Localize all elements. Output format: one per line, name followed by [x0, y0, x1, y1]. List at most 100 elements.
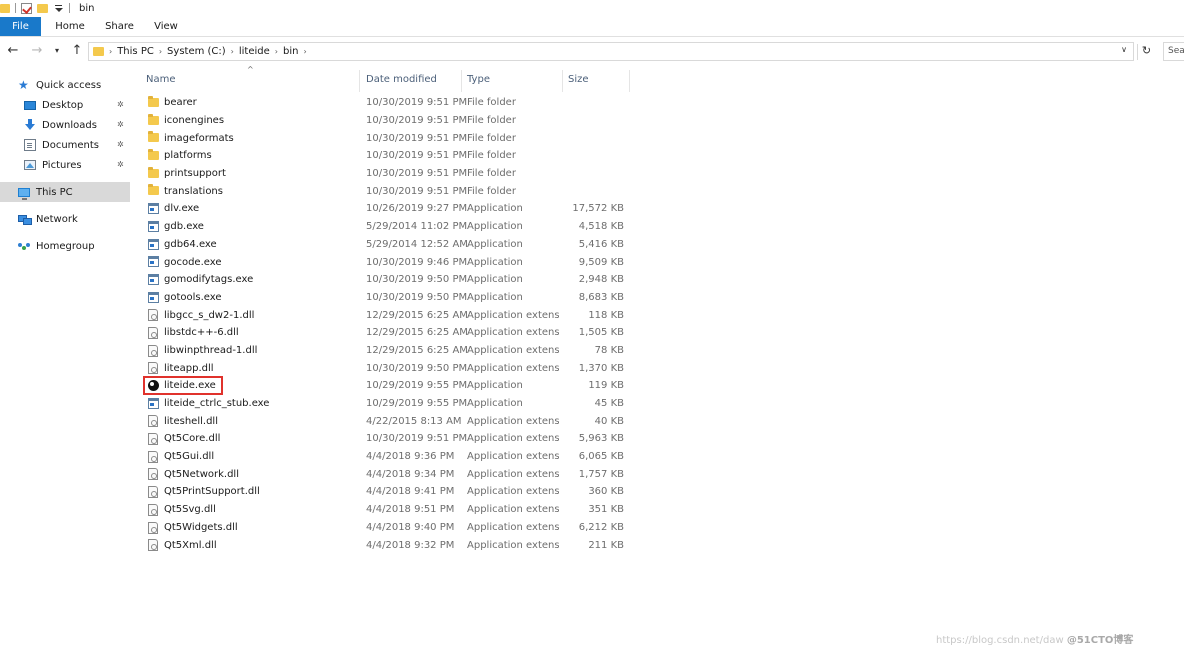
nav-item-label: This PC [36, 186, 73, 198]
breadcrumb-liteide[interactable]: liteide [239, 46, 270, 57]
chevron-down-icon[interactable]: ∨ [1121, 45, 1127, 54]
file-name: Qt5PrintSupport.dll [164, 486, 260, 498]
file-row[interactable]: Qt5Xml.dll 4/4/2018 9:32 PM Application ex… [142, 536, 642, 554]
file-row[interactable]: libstdc++-6.dll 12/29/2015 6:25 AM Applica… [142, 324, 642, 342]
watermark-brand: @51CTO博客 [1066, 635, 1134, 646]
file-row[interactable]: platforms 10/30/2019 9:51 PM File folder [142, 147, 642, 165]
file-row[interactable]: Qt5Core.dll 10/30/2019 9:51 PM Application… [142, 430, 642, 448]
nav-item-documents[interactable]: Documents [24, 135, 130, 155]
back-arrow-icon[interactable]: ← [6, 44, 20, 58]
file-row[interactable]: libgcc_s_dw2-1.dll 12/29/2015 6:25 AM Appl… [142, 306, 642, 324]
folder-icon [148, 96, 159, 107]
dll-file-icon [148, 433, 158, 446]
file-row[interactable]: translations 10/30/2019 9:51 PM File folde… [142, 182, 642, 200]
file-row[interactable]: printsupport 10/30/2019 9:51 PM File folde… [142, 165, 642, 183]
chevron-right-icon[interactable]: › [275, 47, 278, 56]
column-divider[interactable] [461, 70, 462, 92]
file-row[interactable]: Qt5Svg.dll 4/4/2018 9:51 PM Application ex… [142, 501, 642, 519]
file-row[interactable]: gocode.exe 10/30/2019 9:46 PM Application 9… [142, 253, 642, 271]
pin-icon[interactable]: ✲ [117, 100, 124, 109]
column-header-size[interactable]: Size [568, 70, 630, 88]
breadcrumb-system-c[interactable]: System (C:) [167, 46, 226, 57]
refresh-icon[interactable]: ↻ [1137, 44, 1155, 60]
pin-icon[interactable]: ✲ [117, 140, 124, 149]
up-arrow-icon[interactable]: ↑ [70, 44, 84, 58]
tab-share[interactable]: Share [99, 17, 140, 36]
file-type: File folder [467, 115, 516, 127]
file-row[interactable]: gdb64.exe 5/29/2014 12:52 AM Application 5,… [142, 236, 642, 254]
file-date-modified: 4/4/2018 9:51 PM [366, 504, 455, 516]
nav-item-network[interactable]: Network [18, 209, 130, 229]
file-row[interactable]: iconengines 10/30/2019 9:51 PM File folder [142, 112, 642, 130]
search-input[interactable]: Sea [1163, 42, 1184, 61]
file-row[interactable]: liteapp.dll 10/30/2019 9:50 PM Application… [142, 359, 642, 377]
file-date-modified: 10/30/2019 9:51 PM [366, 433, 468, 445]
file-row[interactable]: Qt5Network.dll 4/4/2018 9:34 PM Applicatio… [142, 465, 642, 483]
file-row[interactable]: dlv.exe 10/26/2019 9:27 PM Application 17,5… [142, 200, 642, 218]
tab-home[interactable]: Home [41, 17, 99, 36]
nav-item-label: Documents [42, 139, 100, 151]
file-type: File folder [467, 168, 516, 180]
customize-toolbar-icon[interactable] [54, 3, 64, 13]
nav-item-desktop[interactable]: Desktop [24, 95, 130, 115]
column-header-date[interactable]: Date modified [366, 70, 462, 88]
chevron-right-icon[interactable]: › [303, 47, 306, 56]
file-row[interactable]: imageformats 10/30/2019 9:51 PM File folde… [142, 129, 642, 147]
file-row[interactable]: liteide.exe 10/29/2019 9:55 PM Application… [142, 376, 642, 395]
file-row[interactable]: Qt5PrintSupport.dll 4/4/2018 9:41 PM Appli… [142, 483, 642, 501]
file-type: Application extens... [467, 415, 559, 427]
file-type: Application extens... [467, 521, 559, 533]
file-row[interactable]: gomodifytags.exe 10/30/2019 9:50 PM Applic… [142, 271, 642, 289]
column-divider[interactable] [359, 70, 360, 92]
column-divider[interactable] [562, 70, 563, 92]
nav-item-label: Desktop [42, 99, 84, 111]
file-row[interactable]: liteshell.dll 4/22/2015 8:13 AM Applicatio… [142, 412, 642, 430]
chevron-right-icon[interactable]: › [231, 47, 234, 56]
recent-locations-chevron-icon[interactable]: ▾ [50, 44, 64, 58]
navigation-bar: ← → ▾ ↑ › This PC › System (C:) › liteid… [0, 40, 1184, 64]
tab-view[interactable]: View [140, 17, 192, 36]
nav-item-pictures[interactable]: Pictures [24, 155, 130, 175]
computer-icon [18, 187, 30, 200]
column-divider[interactable] [629, 70, 630, 92]
file-size: 40 KB [594, 415, 624, 427]
nav-item-homegroup[interactable]: Homegroup [18, 236, 130, 256]
file-row[interactable]: gdb.exe 5/29/2014 11:02 PM Application 4,51… [142, 218, 642, 236]
file-name: dlv.exe [164, 203, 200, 215]
nav-item-this-pc[interactable]: This PC [0, 182, 130, 202]
file-date-modified: 5/29/2014 11:02 PM [366, 221, 468, 233]
new-folder-icon[interactable] [37, 3, 48, 13]
file-type: Application [467, 203, 523, 215]
file-row[interactable]: liteide_ctrlc_stub.exe 10/29/2019 9:55 PM… [142, 395, 642, 413]
column-header-name[interactable]: Name [146, 70, 359, 88]
column-header-type[interactable]: Type [467, 70, 563, 88]
file-row[interactable]: Qt5Gui.dll 4/4/2018 9:36 PM Application ex… [142, 448, 642, 466]
file-row[interactable]: bearer 10/30/2019 9:51 PM File folder [142, 94, 642, 112]
file-row[interactable]: libwinpthread-1.dll 12/29/2015 6:25 AM App… [142, 342, 642, 360]
file-date-modified: 10/30/2019 9:51 PM [366, 168, 468, 180]
nav-item-quick-access[interactable]: ★ Quick access [18, 75, 130, 95]
file-name: libwinpthread-1.dll [164, 344, 258, 356]
breadcrumb-this-pc[interactable]: This PC [117, 46, 154, 57]
pin-icon[interactable]: ✲ [117, 160, 124, 169]
properties-check-icon[interactable] [21, 2, 32, 14]
file-row[interactable]: Qt5Widgets.dll 4/4/2018 9:40 PM Applicatio… [142, 519, 642, 537]
chevron-right-icon[interactable]: › [109, 47, 112, 56]
file-name: Qt5Svg.dll [164, 504, 216, 516]
nav-item-downloads[interactable]: Downloads [24, 115, 130, 135]
tab-file[interactable]: File [0, 17, 41, 36]
file-type: Application extens... [467, 433, 559, 445]
file-row[interactable]: gotools.exe 10/30/2019 9:50 PM Application… [142, 289, 642, 307]
pin-icon[interactable]: ✲ [117, 120, 124, 129]
forward-arrow-icon[interactable]: → [30, 44, 44, 58]
chevron-right-icon[interactable]: › [159, 47, 162, 56]
separator [15, 3, 16, 13]
folder-icon [148, 149, 159, 161]
file-date-modified: 10/26/2019 9:27 PM [366, 203, 468, 215]
file-date-modified: 5/29/2014 12:52 AM [366, 238, 468, 250]
breadcrumb-bin[interactable]: bin [283, 46, 298, 57]
file-date-modified: 10/30/2019 9:50 PM [366, 274, 468, 286]
file-name: Qt5Core.dll [164, 433, 221, 445]
address-bar[interactable]: › This PC › System (C:) › liteide › bin … [88, 42, 1134, 61]
file-name: gdb64.exe [164, 238, 217, 250]
